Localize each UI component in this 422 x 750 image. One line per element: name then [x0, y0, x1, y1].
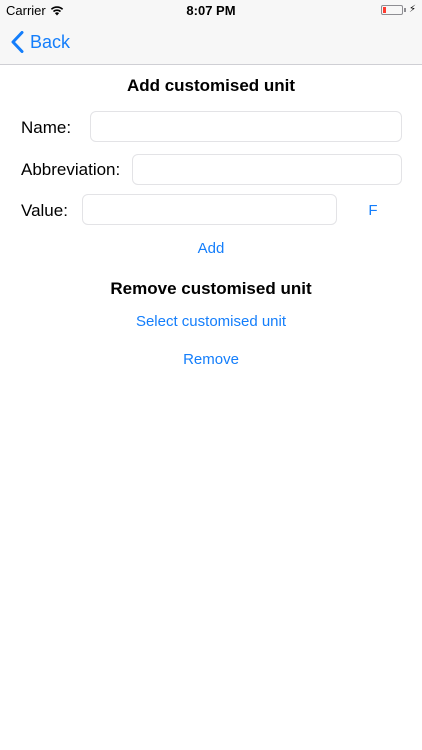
- status-bar: Carrier 8:07 PM ⚡: [0, 0, 422, 22]
- abbreviation-field[interactable]: [132, 154, 402, 185]
- remove-section-title: Remove customised unit: [110, 279, 312, 298]
- add-section-title: Add customised unit: [126, 76, 296, 95]
- add-button[interactable]: Add: [0, 240, 422, 257]
- select-customised-unit-button[interactable]: Select customised unit: [0, 313, 422, 330]
- name-label: Name:: [21, 118, 72, 137]
- lightning-bolt-icon: ⚡: [408, 4, 416, 15]
- chevron-left-icon: [11, 31, 24, 53]
- status-time: 8:07 PM: [186, 3, 236, 18]
- remove-button[interactable]: Remove: [0, 351, 422, 368]
- abbreviation-label: Abbreviation:: [21, 160, 121, 179]
- value-label: Value:: [21, 201, 68, 220]
- back-label: Back: [30, 31, 71, 52]
- battery-icon: ⚡: [380, 4, 416, 15]
- name-field[interactable]: [90, 111, 402, 142]
- unit-selector-button[interactable]: F: [360, 202, 386, 219]
- battery-level: [382, 7, 386, 13]
- navigation-bar: Back: [0, 22, 422, 65]
- back-button[interactable]: Back: [11, 31, 70, 53]
- value-field[interactable]: [82, 194, 337, 225]
